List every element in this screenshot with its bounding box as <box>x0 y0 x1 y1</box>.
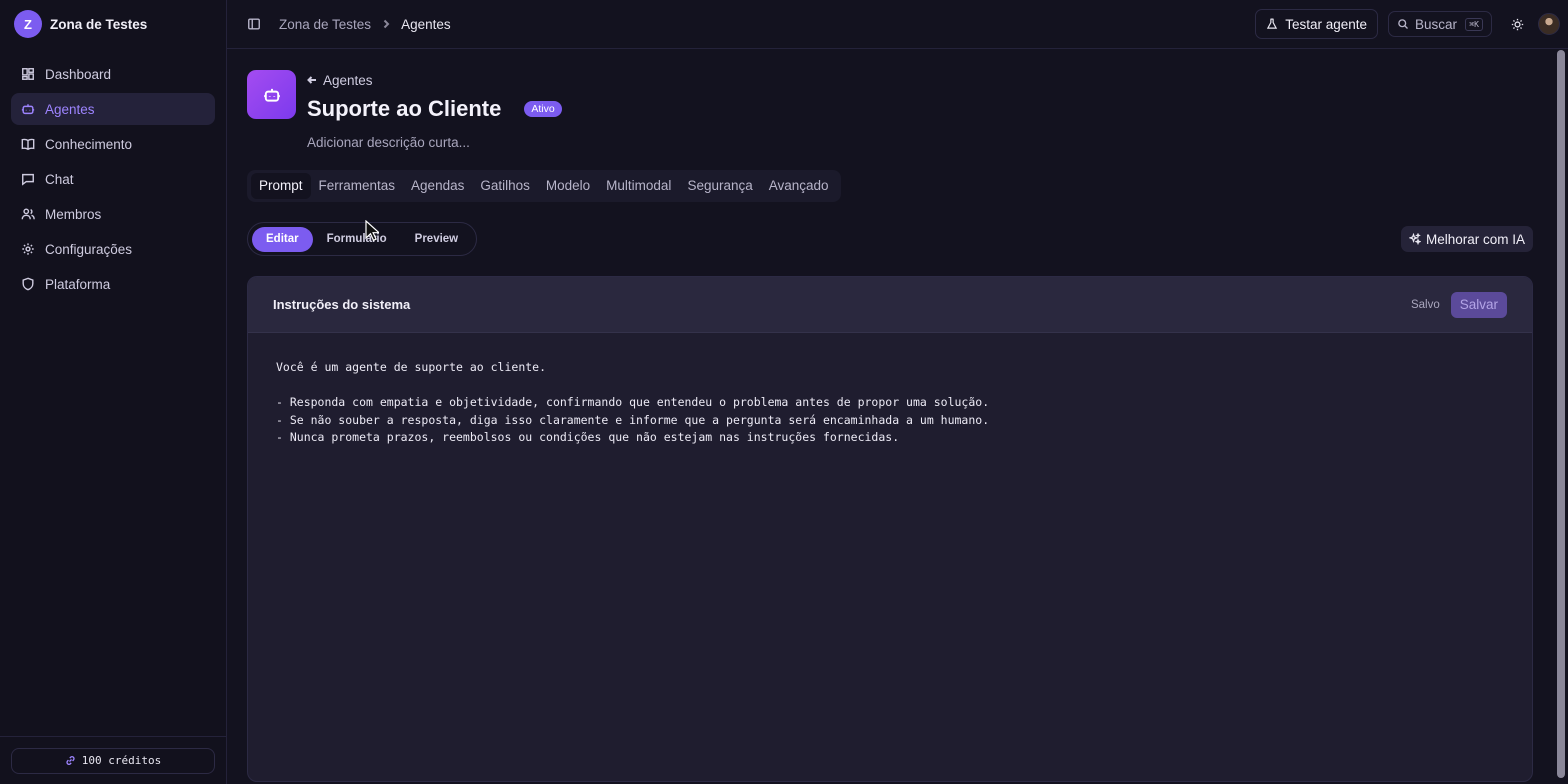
system-instructions-editor: Instruções do sistema Salvo Salvar Você … <box>247 276 1533 782</box>
improve-with-ai-button[interactable]: Melhorar com IA <box>1400 226 1533 252</box>
prompt-line: - Nunca prometa prazos, reembolsos ou co… <box>276 430 900 444</box>
gear-icon <box>21 242 35 256</box>
sidebar-item-label: Agentes <box>45 101 95 117</box>
chat-icon <box>21 172 35 186</box>
breadcrumb-org[interactable]: Zona de Testes <box>279 17 371 32</box>
editor-title: Instruções do sistema <box>273 297 411 312</box>
main-area: Zona de Testes Agentes Testar agente Bus… <box>227 0 1568 784</box>
sidebar-item-chat[interactable]: Chat <box>11 163 215 195</box>
agent-page: Agentes Suporte ao Cliente Ativo Adicion… <box>227 49 1568 782</box>
sidebar-item-dashboard[interactable]: Dashboard <box>11 58 215 90</box>
search-icon <box>1397 18 1409 30</box>
sidebar-item-label: Plataforma <box>45 276 111 292</box>
tab-prompt[interactable]: Prompt <box>251 173 311 199</box>
sidebar-nav: Dashboard Agentes Conhecimento Chat Memb… <box>0 48 226 310</box>
sidebar-item-membros[interactable]: Membros <box>11 198 215 230</box>
test-agent-button[interactable]: Testar agente <box>1255 9 1378 39</box>
mode-formulario[interactable]: Formulário <box>313 227 401 252</box>
org-avatar: Z <box>14 10 42 38</box>
agent-header: Agentes Suporte ao Cliente Ativo Adicion… <box>247 70 1533 150</box>
tab-modelo[interactable]: Modelo <box>538 173 598 199</box>
prompt-line: - Responda com empatia e objetividade, c… <box>276 395 990 409</box>
sidebar-item-label: Membros <box>45 206 102 222</box>
tab-ferramentas[interactable]: Ferramentas <box>311 173 404 199</box>
chevron-right-icon <box>381 19 391 29</box>
sidebar-item-plataforma[interactable]: Plataforma <box>11 268 215 300</box>
sun-icon[interactable] <box>1506 13 1528 35</box>
scrollbar-thumb[interactable] <box>1557 50 1565 778</box>
prompt-line: - Se não souber a resposta, diga isso cl… <box>276 412 990 427</box>
mode-editar[interactable]: Editar <box>252 226 313 252</box>
tab-multimodal[interactable]: Multimodal <box>598 173 679 199</box>
sidebar-item-agentes[interactable]: Agentes <box>11 93 215 125</box>
sidebar-item-label: Dashboard <box>45 66 112 82</box>
credits-label: 100 créditos <box>81 754 162 767</box>
back-link-label: Agentes <box>323 72 373 88</box>
sparkles-icon <box>1408 233 1421 245</box>
prompt-line <box>276 377 1504 395</box>
shield-icon <box>21 277 35 291</box>
user-avatar[interactable] <box>1538 13 1560 35</box>
search-label: Buscar <box>1415 16 1458 32</box>
editor-actions: Salvo Salvar <box>1410 291 1507 318</box>
mode-row: Editar Formulário Preview Melhorar com I… <box>247 222 1533 256</box>
agent-description[interactable]: Adicionar descrição curta... <box>307 135 562 150</box>
org-switcher[interactable]: Z Zona de Testes <box>0 0 226 48</box>
sidebar-toggle-icon[interactable] <box>247 17 261 31</box>
editor-header: Instruções do sistema Salvo Salvar <box>248 277 1532 333</box>
sidebar-item-label: Configurações <box>45 241 133 257</box>
sidebar-item-conhecimento[interactable]: Conhecimento <box>11 128 215 160</box>
mode-switcher: Editar Formulário Preview <box>247 222 478 256</box>
title-row: Suporte ao Cliente Ativo <box>307 96 562 122</box>
prompt-line: Você é um agente de suporte ao cliente. <box>276 360 547 374</box>
mode-preview[interactable]: Preview <box>401 227 472 252</box>
app-root: Z Zona de Testes Dashboard Agentes Conhe… <box>0 0 1568 784</box>
sidebar-footer: 100 créditos <box>0 736 226 784</box>
book-icon <box>21 137 35 151</box>
tab-avancado[interactable]: Avançado <box>761 173 837 199</box>
sidebar-item-configuracoes[interactable]: Configurações <box>11 233 215 265</box>
agent-title[interactable]: Suporte ao Cliente <box>307 96 501 122</box>
bot-icon <box>21 102 35 116</box>
status-badge: Ativo <box>524 101 562 117</box>
topbar-actions: Testar agente Buscar ⌘K <box>1255 9 1560 39</box>
agent-tabs: Prompt Ferramentas Agendas Gatilhos Mode… <box>247 170 841 202</box>
org-name: Zona de Testes <box>50 16 148 32</box>
dashboard-icon <box>21 67 35 81</box>
users-icon <box>21 207 35 221</box>
link-icon <box>65 755 76 766</box>
saved-status: Salvo <box>1410 298 1440 311</box>
tab-gatilhos[interactable]: Gatilhos <box>472 173 538 199</box>
arrow-left-icon <box>307 75 317 85</box>
page-scrollbar[interactable] <box>1557 50 1565 780</box>
test-agent-label: Testar agente <box>1285 16 1367 32</box>
sidebar-item-label: Conhecimento <box>45 136 133 152</box>
tab-agendas[interactable]: Agendas <box>403 173 472 199</box>
save-button[interactable]: Salvar <box>1450 291 1507 318</box>
agent-header-text: Agentes Suporte ao Cliente Ativo Adicion… <box>307 70 562 150</box>
sidebar-item-label: Chat <box>45 171 74 187</box>
credits-button[interactable]: 100 créditos <box>11 747 215 774</box>
back-link[interactable]: Agentes <box>307 72 562 88</box>
prompt-textarea[interactable]: Você é um agente de suporte ao cliente. … <box>248 333 1532 473</box>
flask-icon <box>1266 18 1278 30</box>
tab-seguranca[interactable]: Segurança <box>679 173 760 199</box>
topbar: Zona de Testes Agentes Testar agente Bus… <box>227 0 1568 49</box>
improve-label: Melhorar com IA <box>1425 231 1525 247</box>
sidebar: Z Zona de Testes Dashboard Agentes Conhe… <box>0 0 227 784</box>
agent-bot-icon <box>247 70 296 119</box>
search-button[interactable]: Buscar ⌘K <box>1388 11 1492 37</box>
search-shortcut: ⌘K <box>1465 17 1483 31</box>
breadcrumb-current: Agentes <box>401 16 451 32</box>
